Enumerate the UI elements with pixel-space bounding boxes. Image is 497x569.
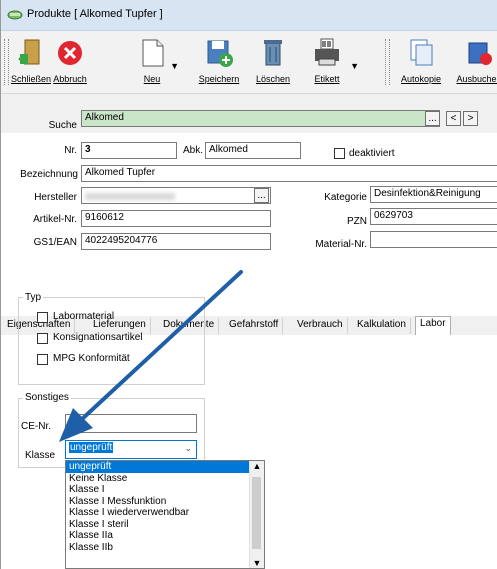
gs1-label: GS1/EAN <box>33 237 77 248</box>
sonstiges-group-title: Sonstiges <box>23 392 71 403</box>
abk-label: Abk. <box>182 145 203 156</box>
gs1-field[interactable]: 4022495204776 <box>81 233 271 250</box>
window-title: Produkte [ Alkomed Tupfer ] <box>27 8 163 20</box>
label-button-label: Etikett <box>314 74 340 84</box>
tab-verbrauch[interactable]: Verbrauch <box>293 318 348 334</box>
materialnr-field[interactable] <box>370 231 497 248</box>
hersteller-blurred-value <box>85 193 175 200</box>
tab-gefahrstoff[interactable]: Gefahrstoff <box>225 318 284 334</box>
hersteller-more-button[interactable]: ... <box>254 188 269 203</box>
bezeichnung-label: Bezeichnung <box>20 169 78 180</box>
new-button-label: Neu <box>143 74 161 84</box>
klasse-dropdown-list[interactable]: ungeprüft Keine Klasse Klasse I Klasse I… <box>65 460 265 569</box>
list-item[interactable]: Klasse I Messfunktion <box>66 496 264 508</box>
exit-door-icon <box>18 39 40 65</box>
bezeichnung-field[interactable]: Alkomed Tupfer <box>81 165 497 182</box>
list-item[interactable]: Klasse IIb <box>66 542 264 554</box>
mpg-konformitaet-label: MPG Konformität <box>53 353 130 364</box>
title-bar: Produkte [ Alkomed Tupfer ] <box>1 0 497 31</box>
typ-group-title: Typ <box>23 292 44 303</box>
search-label: Suche <box>48 120 77 131</box>
trash-icon <box>264 40 282 66</box>
new-dropdown-arrow-icon[interactable]: ▼ <box>170 61 179 71</box>
pzn-field[interactable]: 0629703 <box>370 208 497 225</box>
label-dropdown-arrow-icon[interactable]: ▼ <box>350 61 359 71</box>
abk-field[interactable]: Alkomed <box>205 142 301 159</box>
kategorie-field[interactable]: Desinfektion&Reinigung <box>370 186 497 203</box>
list-item[interactable]: ungeprüft <box>66 461 264 473</box>
konsignationsartikel-label: Konsignationsartikel <box>53 332 143 343</box>
copy-icon <box>410 39 433 66</box>
autocopy-button-label: Autokopie <box>400 74 442 84</box>
konsignationsartikel-checkbox[interactable] <box>37 333 48 344</box>
deaktiviert-checkbox[interactable] <box>334 148 345 159</box>
delete-button[interactable]: Löschen <box>255 35 291 89</box>
scroll-down-arrow-icon[interactable]: ▼ <box>250 558 264 568</box>
hersteller-field[interactable] <box>81 187 271 204</box>
new-document-icon <box>142 39 164 67</box>
save-disk-icon <box>207 40 233 67</box>
list-item[interactable]: Keine Klasse <box>66 473 264 485</box>
save-button-label: Speichern <box>198 74 240 84</box>
nr-label: Nr. <box>64 145 77 156</box>
nr-field[interactable]: 3 <box>81 142 177 159</box>
scrollbar-thumb[interactable] <box>252 477 261 549</box>
artikelnr-label: Artikel-Nr. <box>33 214 77 225</box>
cancel-button[interactable]: Abbruch <box>51 35 89 89</box>
delete-button-label: Löschen <box>255 74 291 84</box>
labormaterial-checkbox[interactable] <box>37 312 48 323</box>
close-button-label: Schließen <box>11 74 52 84</box>
labormaterial-label: Labormaterial <box>53 311 115 322</box>
cancel-button-label: Abbruch <box>53 74 87 84</box>
list-item[interactable]: Klasse I <box>66 484 264 496</box>
save-button[interactable]: Speichern <box>197 35 241 89</box>
tab-labor[interactable]: Labor <box>415 316 451 336</box>
dropdown-scrollbar[interactable]: ▲ ▼ <box>249 461 264 568</box>
toolbar-grip-2[interactable] <box>385 39 390 85</box>
book-out-icon <box>468 42 492 65</box>
list-item[interactable]: Klasse I steril <box>66 519 264 531</box>
artikelnr-field[interactable]: 9160612 <box>81 210 271 227</box>
mpg-konformitaet-checkbox[interactable] <box>37 354 48 365</box>
klasse-label: Klasse <box>25 450 56 461</box>
klasse-selected-value: ungeprüft <box>69 442 114 453</box>
new-button[interactable]: Neu ▼ <box>137 35 179 89</box>
list-item[interactable]: Klasse I wiederverwendbar <box>66 507 264 519</box>
tab-kalkulation[interactable]: Kalkulation <box>353 318 411 334</box>
klasse-select[interactable]: ungeprüft ⌄ <box>65 440 197 459</box>
ce-nr-label: CE-Nr. <box>21 421 51 432</box>
hersteller-label: Hersteller <box>34 192 77 203</box>
toolbar: Schließen Abbruch Neu ▼ Speichern Lösche… <box>1 31 497 94</box>
cancel-icon <box>58 41 82 65</box>
product-window: Produkte [ Alkomed Tupfer ] Schließen Ab… <box>0 0 497 569</box>
materialnr-label: Material-Nr. <box>315 239 367 250</box>
chevron-down-icon[interactable]: ⌄ <box>184 443 192 454</box>
prev-record-button[interactable]: < <box>446 111 461 126</box>
book-out-button-label: Ausbuchen <box>456 74 497 84</box>
book-out-button[interactable]: Ausbuchen <box>453 35 497 89</box>
scroll-up-arrow-icon[interactable]: ▲ <box>250 461 264 471</box>
close-button[interactable]: Schließen <box>11 35 52 89</box>
next-record-button[interactable]: > <box>463 111 478 126</box>
ce-nr-field[interactable] <box>65 414 197 433</box>
deaktiviert-label: deaktiviert <box>349 148 395 159</box>
list-item[interactable]: Klasse IIa <box>66 530 264 542</box>
kategorie-label: Kategorie <box>324 192 367 203</box>
search-more-button[interactable]: ... <box>425 111 440 126</box>
search-input[interactable]: Alkomed <box>81 110 440 127</box>
autocopy-button[interactable]: Autokopie <box>395 35 447 89</box>
label-button[interactable]: Etikett ▼ <box>307 35 359 89</box>
label-printer-icon <box>315 38 339 66</box>
product-app-icon <box>7 10 23 20</box>
toolbar-grip[interactable] <box>4 39 9 85</box>
pzn-label: PZN <box>347 216 367 227</box>
